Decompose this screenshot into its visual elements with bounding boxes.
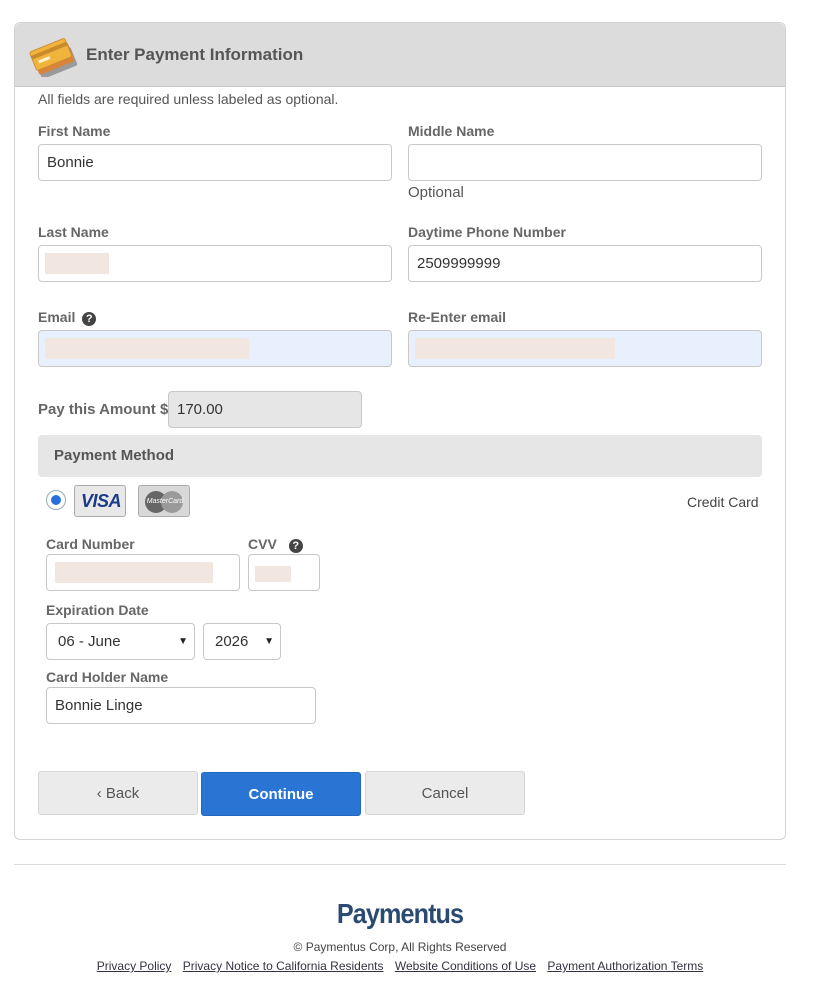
email-label: Email ? — [38, 309, 97, 326]
cvv-label: CVV ? — [248, 536, 303, 553]
expiration-year-value: 2026 — [215, 633, 249, 650]
expiration-date-label: Expiration Date — [46, 602, 149, 618]
last-name-label: Last Name — [38, 224, 109, 240]
california-privacy-link[interactable]: Privacy Notice to California Residents — [183, 959, 384, 973]
expiration-year-select[interactable]: 2026 ▼ — [203, 623, 281, 660]
payment-method-title: Payment Method — [54, 447, 175, 464]
footer-links: Privacy Policy Privacy Notice to Califor… — [0, 959, 800, 973]
first-name-label: First Name — [38, 123, 111, 139]
phone-label: Daytime Phone Number — [408, 224, 566, 240]
expiration-month-value: 06 - June — [58, 633, 121, 650]
first-name-input[interactable]: Bonnie — [38, 144, 392, 181]
redacted-value — [45, 253, 109, 274]
dropdown-arrow-icon: ▼ — [264, 636, 274, 647]
reenter-email-input[interactable] — [408, 330, 762, 367]
redacted-value — [255, 566, 291, 582]
cvv-input[interactable] — [248, 554, 320, 591]
redacted-value — [45, 338, 249, 359]
card-number-input[interactable] — [46, 554, 240, 591]
middle-name-optional-hint: Optional — [408, 184, 464, 201]
email-input[interactable] — [38, 330, 392, 367]
mastercard-label: MasterCard — [146, 498, 184, 505]
credit-card-radio[interactable] — [46, 490, 66, 510]
credit-cards-icon — [29, 37, 81, 79]
footer-divider — [14, 864, 786, 865]
payment-terms-link[interactable]: Payment Authorization Terms — [547, 959, 703, 973]
email-label-text: Email — [38, 309, 76, 325]
middle-name-input[interactable] — [408, 144, 762, 181]
question-circle-icon[interactable]: ? — [288, 539, 303, 553]
card-holder-input[interactable]: Bonnie Linge — [46, 687, 316, 724]
expiration-month-select[interactable]: 06 - June ▼ — [46, 623, 195, 660]
privacy-policy-link[interactable]: Privacy Policy — [97, 959, 172, 973]
required-note: All fields are required unless labeled a… — [38, 91, 339, 107]
amount-label: Pay this Amount $ — [38, 401, 169, 418]
card-holder-label: Card Holder Name — [46, 669, 169, 685]
redacted-value — [415, 338, 615, 359]
phone-input[interactable]: 2509999999 — [408, 245, 762, 282]
continue-button[interactable]: Continue — [201, 772, 361, 816]
visa-label: VISA — [80, 491, 122, 511]
middle-name-label: Middle Name — [408, 123, 495, 139]
back-button[interactable]: ‹ Back — [38, 771, 198, 815]
card-number-label: Card Number — [46, 536, 135, 552]
mastercard-logo: MasterCard — [138, 485, 190, 517]
panel-header: Enter Payment Information — [15, 23, 785, 87]
visa-logo: VISA — [74, 485, 126, 517]
payment-panel: Enter Payment Information All fields are… — [14, 22, 786, 840]
website-conditions-link[interactable]: Website Conditions of Use — [395, 959, 536, 973]
last-name-input[interactable] — [38, 245, 392, 282]
cancel-button[interactable]: Cancel — [365, 771, 525, 815]
reenter-email-label: Re-Enter email — [408, 309, 507, 325]
redacted-value — [55, 562, 213, 583]
payment-method-header: Payment Method — [38, 435, 762, 477]
dropdown-arrow-icon: ▼ — [178, 636, 188, 647]
question-circle-icon[interactable]: ? — [82, 312, 97, 326]
paymentus-logo: Paymentus — [336, 898, 464, 929]
credit-card-type-label: Credit Card — [687, 494, 759, 510]
cvv-label-text: CVV — [248, 536, 277, 552]
amount-input[interactable]: 170.00 — [168, 391, 362, 428]
page-title: Enter Payment Information — [86, 45, 304, 64]
copyright-text: © Paymentus Corp, All Rights Reserved — [293, 940, 507, 954]
